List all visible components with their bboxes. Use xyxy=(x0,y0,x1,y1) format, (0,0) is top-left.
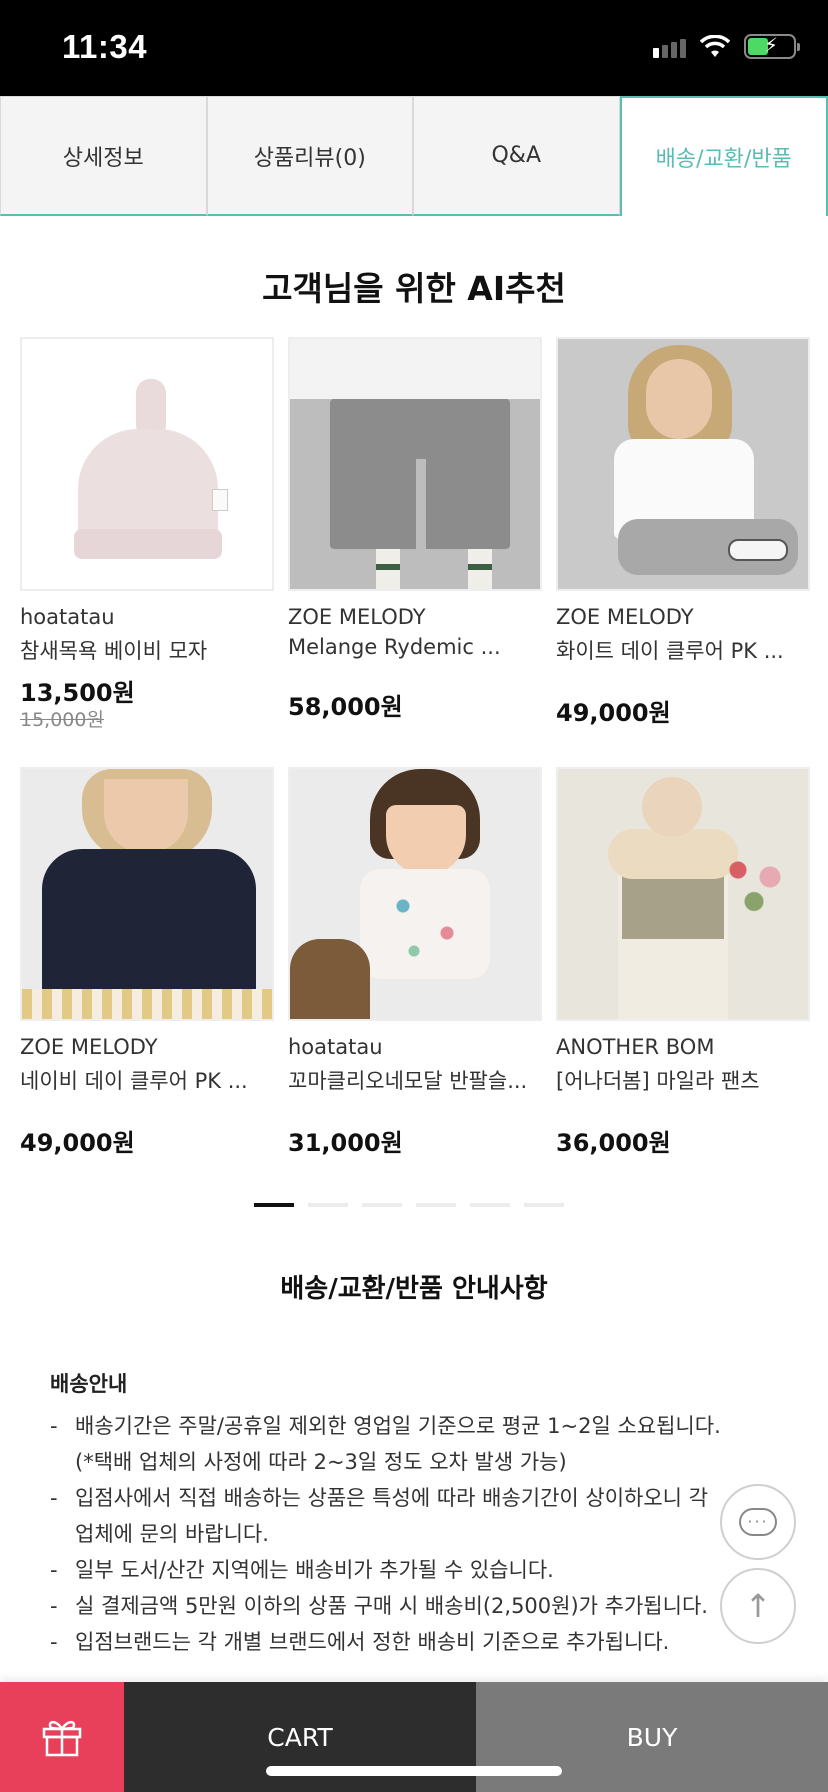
notice-line: 배송기간은 주말/공휴일 제외한 영업일 기준으로 평균 1~2일 소요됩니다. xyxy=(75,1414,721,1438)
notice-item: 일부 도서/산간 지역에는 배송비가 추가될 수 있습니다. xyxy=(50,1552,750,1588)
wifi-icon xyxy=(700,34,730,57)
product-brand: ZOE MELODY xyxy=(288,605,426,629)
product-image[interactable] xyxy=(20,337,274,591)
product-image[interactable] xyxy=(288,767,542,1021)
pager-dot[interactable] xyxy=(308,1203,348,1207)
tab-reviews[interactable]: 상품리뷰(0) xyxy=(206,96,413,216)
product-price: 31,000원 xyxy=(288,1129,403,1157)
product-card[interactable]: ZOE MELODY 네이비 데이 클루어 PK ... 49,000원 xyxy=(20,767,274,1197)
scroll-top-button[interactable]: ↑ xyxy=(720,1568,796,1644)
battery-icon: ⚡ xyxy=(744,33,800,59)
notice-line: 업체에 문의 바랍니다. xyxy=(75,1522,269,1546)
chat-button[interactable]: ··· xyxy=(720,1484,796,1560)
product-name[interactable]: 화이트 데이 클루어 PK ... xyxy=(556,635,810,665)
product-price: 13,500원 xyxy=(20,679,135,707)
product-price: 49,000원 xyxy=(556,699,671,727)
gift-icon xyxy=(42,1720,82,1757)
notice-line: (*택배 업체의 사정에 따라 2~3일 정도 오차 발생 가능) xyxy=(75,1450,567,1474)
product-name[interactable]: Melange Rydemic ... xyxy=(288,635,542,659)
shipping-heading: 배송안내 xyxy=(50,1372,128,1396)
product-card[interactable]: hoatatau 꼬마클리오네모달 반팔슬... 31,000원 xyxy=(288,767,542,1197)
status-bar: 11:34 ⚡ xyxy=(0,0,828,96)
chat-icon: ··· xyxy=(739,1508,777,1536)
pager-dot[interactable] xyxy=(470,1203,510,1207)
product-brand: ZOE MELODY xyxy=(556,605,694,629)
status-icons: ⚡ xyxy=(653,33,800,59)
product-name[interactable]: 네이비 데이 클루어 PK ... xyxy=(20,1065,274,1095)
product-card[interactable]: ANOTHER BOM [어나더봄] 마일라 팬츠 36,000원 xyxy=(556,767,810,1197)
product-image[interactable] xyxy=(556,337,810,591)
pager-dot[interactable] xyxy=(416,1203,456,1207)
product-price: 36,000원 xyxy=(556,1129,671,1157)
product-brand: hoatatau xyxy=(288,1035,383,1059)
arrow-up-icon: ↑ xyxy=(744,1587,772,1625)
product-brand: ZOE MELODY xyxy=(20,1035,158,1059)
detail-tabs: 상세정보 상품리뷰(0) Q&A 배송/교환/반품 xyxy=(0,96,828,216)
tab-detail-info[interactable]: 상세정보 xyxy=(0,96,207,216)
product-card[interactable]: hoatatau 참새목욕 베이비 모자 13,500원 15,000원 xyxy=(20,337,274,767)
tab-qna[interactable]: Q&A xyxy=(413,96,620,216)
product-brand: hoatatau xyxy=(20,605,115,629)
recommend-title: 고객님을 위한 AI추천 xyxy=(262,269,566,308)
shipping-notice: 배송안내 배송기간은 주말/공휴일 제외한 영업일 기준으로 평균 1~2일 소… xyxy=(50,1368,750,1660)
product-card[interactable]: ZOE MELODY 화이트 데이 클루어 PK ... 49,000원 xyxy=(556,337,810,767)
carousel-pager xyxy=(254,1203,564,1207)
product-image[interactable] xyxy=(556,767,810,1021)
notice-item: 입점브랜드는 각 개별 브랜드에서 정한 배송비 기준으로 추가됩니다. xyxy=(50,1624,750,1660)
product-price: 49,000원 xyxy=(20,1129,135,1157)
product-image[interactable] xyxy=(20,767,274,1021)
notice-item: 배송기간은 주말/공휴일 제외한 영업일 기준으로 평균 1~2일 소요됩니다.… xyxy=(50,1408,750,1480)
notice-item: 실 결제금액 5만원 이하의 상품 구매 시 배송비(2,500원)가 추가됩니… xyxy=(50,1588,750,1624)
product-original-price: 15,000원 xyxy=(20,709,104,731)
gift-button[interactable] xyxy=(0,1682,124,1792)
product-name[interactable]: 참새목욕 베이비 모자 xyxy=(20,635,274,665)
notice-line: 입점사에서 직접 배송하는 상품은 특성에 따라 배송기간이 상이하오니 각 xyxy=(75,1486,708,1510)
pager-dot[interactable] xyxy=(524,1203,564,1207)
shipping-title: 배송/교환/반품 안내사항 xyxy=(280,1274,548,1304)
product-card[interactable]: ZOE MELODY Melange Rydemic ... 58,000원 xyxy=(288,337,542,767)
product-price: 58,000원 xyxy=(288,693,403,721)
notice-item: 입점사에서 직접 배송하는 상품은 특성에 따라 배송기간이 상이하오니 각 업… xyxy=(50,1480,750,1552)
product-name[interactable]: [어나더봄] 마일라 팬츠 xyxy=(556,1065,810,1095)
product-brand: ANOTHER BOM xyxy=(556,1035,715,1059)
product-image[interactable] xyxy=(288,337,542,591)
pager-dot[interactable] xyxy=(362,1203,402,1207)
bottom-action-bar: CART BUY xyxy=(0,1682,828,1792)
status-time: 11:34 xyxy=(62,28,148,65)
signal-icon xyxy=(653,36,686,58)
pager-dot[interactable] xyxy=(254,1203,294,1207)
home-indicator xyxy=(266,1766,562,1776)
tab-shipping-return[interactable]: 배송/교환/반품 xyxy=(619,96,828,216)
product-name[interactable]: 꼬마클리오네모달 반팔슬... xyxy=(288,1065,542,1095)
recommend-grid: hoatatau 참새목욕 베이비 모자 13,500원 15,000원 ZOE… xyxy=(20,337,812,1197)
